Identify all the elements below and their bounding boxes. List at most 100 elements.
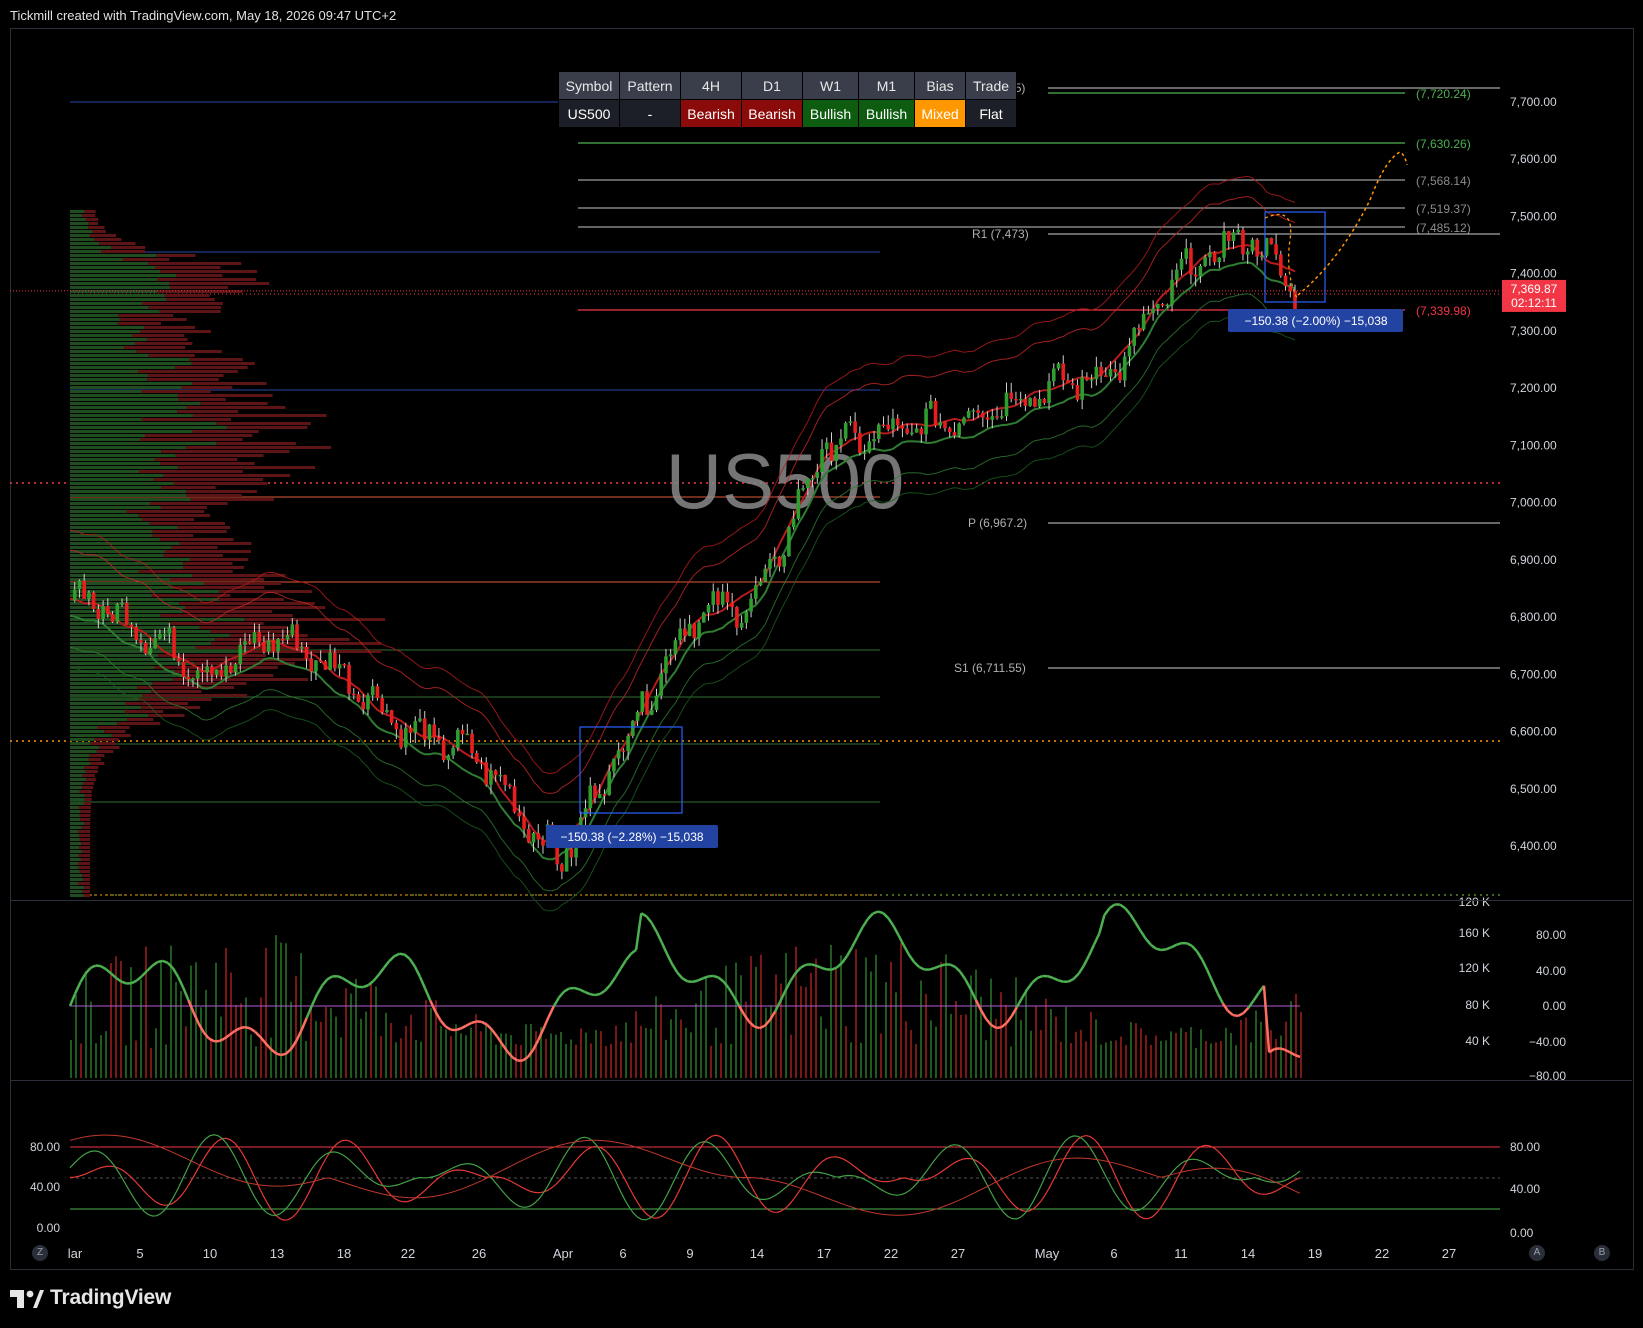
candle-down xyxy=(441,740,446,761)
candle-down xyxy=(342,664,347,666)
profile-bar-down xyxy=(181,386,233,389)
candle-down xyxy=(474,753,479,763)
profile-bar-up xyxy=(70,890,83,893)
profile-bar-up xyxy=(70,354,149,357)
stochastic-pane: 80.00 40.00 0.00 80.00 40.00 0.00 xyxy=(30,1134,1540,1240)
profile-bar-down xyxy=(176,274,223,277)
scale-button[interactable]: B xyxy=(1594,1245,1610,1261)
profile-bar-up xyxy=(70,470,140,473)
volume-bar xyxy=(870,971,872,1078)
oscillator-segment xyxy=(1196,950,1204,961)
profile-bar-down xyxy=(86,778,96,781)
oscillator-segment xyxy=(1191,945,1198,953)
profile-bar-down xyxy=(177,410,239,413)
pane-separator-volume[interactable] xyxy=(10,900,1632,901)
volume-bar xyxy=(85,971,87,1078)
profile-bar-down xyxy=(79,838,91,841)
profile-bar-down xyxy=(82,214,96,217)
candle-up xyxy=(456,729,460,748)
volume-tick-label: 80 K xyxy=(1465,998,1490,1012)
profile-bar-down xyxy=(192,574,286,577)
profile-bar-up xyxy=(70,730,105,733)
profile-bar-down xyxy=(78,806,91,809)
profile-bar-down xyxy=(82,774,95,777)
volume-bar xyxy=(875,954,877,1078)
oscillator-segment xyxy=(619,959,627,970)
profile-bar-down xyxy=(164,294,210,297)
profile-bar-down xyxy=(159,538,234,541)
volume-bar xyxy=(1025,989,1027,1078)
candle-down xyxy=(1241,229,1245,255)
oscillator-segment xyxy=(949,963,956,968)
profile-bar-up xyxy=(70,266,155,269)
volume-bar xyxy=(440,1026,442,1078)
oscillator-segment xyxy=(789,972,797,982)
profile-bar-up xyxy=(70,746,100,749)
candle-up xyxy=(910,432,914,435)
pane-separator-stoch[interactable] xyxy=(10,1080,1632,1081)
profile-bar-down xyxy=(136,350,222,353)
oscillator-segment xyxy=(208,1037,215,1043)
profile-bar-up xyxy=(70,750,97,753)
candle-down xyxy=(1118,372,1122,381)
auto-scale-button[interactable]: A xyxy=(1529,1245,1545,1261)
volume-bar xyxy=(585,1032,587,1078)
oscillator-segment xyxy=(589,992,596,997)
oscillator-segment xyxy=(182,987,190,1001)
profile-bar-up xyxy=(70,486,162,489)
profile-bar-up xyxy=(70,382,193,385)
oscillator-segment xyxy=(1087,943,1096,957)
profile-bar-up xyxy=(70,886,84,889)
time-tick-label: 9 xyxy=(686,1246,693,1261)
profile-bar-up xyxy=(70,406,187,409)
candle-down xyxy=(900,425,905,429)
volume-bar xyxy=(700,990,702,1078)
chart-canvas[interactable]: (7,720.24) (7,630.26) (7,568.14) (7,519.37)… xyxy=(0,0,1643,1328)
volume-bar xyxy=(735,962,737,1078)
candle-countdown: 02:12:11 xyxy=(1511,296,1557,310)
candle-up xyxy=(1217,257,1222,263)
volume-tick-label: 40 K xyxy=(1465,1034,1490,1048)
profile-bar-down xyxy=(88,226,105,229)
price-tick-label: 7,100.00 xyxy=(1510,438,1557,452)
volume-bar xyxy=(1130,1022,1132,1078)
volume-bar xyxy=(320,1021,322,1078)
profile-bar-up xyxy=(70,518,142,521)
profile-bar-down xyxy=(192,430,259,433)
volume-bar xyxy=(825,1028,827,1078)
volume-bar xyxy=(965,1014,967,1078)
profile-bar-down xyxy=(85,770,98,773)
axis-button-left[interactable]: Z xyxy=(32,1245,48,1261)
volume-bar xyxy=(615,1025,617,1078)
candle-up xyxy=(744,611,749,623)
profile-bar-down xyxy=(84,766,99,769)
oscillator-segment xyxy=(634,913,643,951)
candle-down xyxy=(129,624,134,627)
volume-bar xyxy=(1150,1044,1152,1078)
bias-table: Symbol Pattern 4H D1 W1 M1 Bias Trade US500- Bea… xyxy=(558,71,1017,128)
profile-bar-up xyxy=(70,814,80,817)
volume-bar xyxy=(885,982,887,1078)
profile-bar-down xyxy=(124,710,164,713)
profile-bar-down xyxy=(144,326,195,329)
profile-bar-up xyxy=(70,842,82,845)
profile-bar-down xyxy=(219,598,285,601)
profile-bar-up xyxy=(70,294,165,297)
profile-bar-down xyxy=(84,210,96,213)
candle-up xyxy=(148,647,153,654)
profile-bar-up xyxy=(70,862,79,865)
profile-bar-up xyxy=(70,838,80,841)
profile-bar-down xyxy=(199,626,288,629)
volume-bar xyxy=(240,1003,242,1078)
oscillator-segment xyxy=(1211,981,1219,994)
profile-bar-up xyxy=(70,574,193,577)
candle-down xyxy=(683,628,687,636)
table-value-cell: - xyxy=(619,99,681,128)
volume-bar xyxy=(270,1037,272,1078)
candle-up xyxy=(1028,398,1032,406)
profile-bar-down xyxy=(80,810,91,813)
profile-bar-down xyxy=(119,318,187,321)
candle-up xyxy=(446,755,451,761)
candle-down xyxy=(484,762,489,785)
candle-up xyxy=(162,633,167,636)
